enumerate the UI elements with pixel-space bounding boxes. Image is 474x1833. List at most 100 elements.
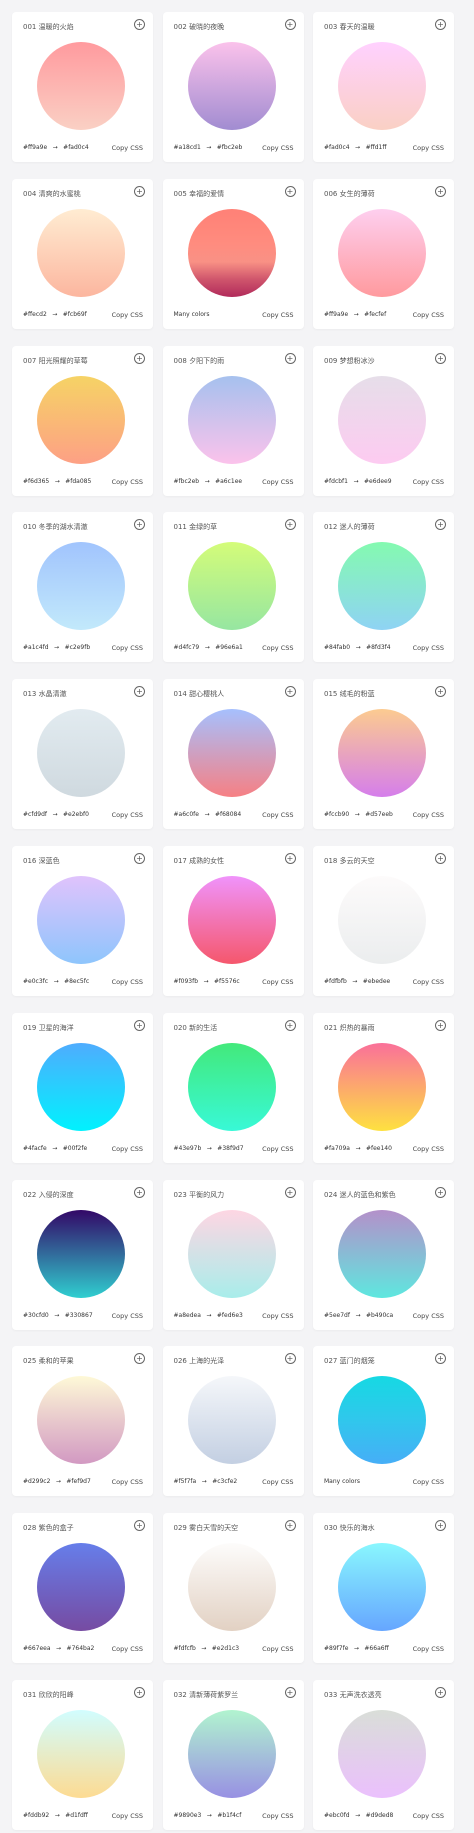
add-circle-icon[interactable]: + — [134, 352, 145, 364]
add-circle-icon[interactable]: + — [435, 519, 446, 531]
add-circle-icon[interactable]: + — [284, 185, 296, 197]
to-color-code: #fbc2eb — [216, 144, 243, 151]
copy-css-button[interactable]: Copy CSS — [112, 1478, 143, 1486]
copy-css-button[interactable]: Copy CSS — [413, 1645, 444, 1653]
from-color-code: #d4fc79 — [173, 644, 200, 652]
copy-css-button[interactable]: Copy CSS — [413, 144, 444, 152]
copy-css-button[interactable]: Copy CSS — [112, 1312, 143, 1320]
copy-css-button[interactable]: Copy CSS — [413, 1312, 444, 1320]
copy-css-button[interactable]: Copy CSS — [413, 1812, 444, 1820]
add-circle-icon[interactable]: + — [134, 1186, 145, 1198]
add-circle-icon[interactable]: + — [435, 352, 446, 364]
copy-css-button[interactable]: Copy CSS — [262, 1645, 293, 1653]
copy-css-button[interactable]: Copy CSS — [112, 311, 143, 319]
gradient-card: 021 炽热的暴雨 + #fa709a → #fee140 Copy CSS — [313, 1012, 454, 1163]
add-circle-icon[interactable]: + — [284, 19, 296, 30]
gradient-swatch — [187, 42, 276, 130]
add-circle-icon[interactable]: + — [435, 1186, 446, 1198]
copy-css-button[interactable]: Copy CSS — [112, 1812, 143, 1820]
add-circle-icon[interactable]: + — [435, 1019, 446, 1031]
add-circle-icon[interactable]: + — [435, 185, 446, 197]
copy-css-button[interactable]: Copy CSS — [413, 811, 444, 819]
to-color-code: #fcb69f — [62, 310, 87, 318]
add-circle-icon[interactable]: + — [134, 852, 145, 864]
color-codes: #a18cd1 → #fbc2eb — [174, 144, 243, 151]
copy-css-button[interactable]: Copy CSS — [112, 478, 143, 486]
copy-css-button[interactable]: Copy CSS — [413, 1145, 444, 1153]
copy-css-button[interactable]: Copy CSS — [262, 478, 293, 486]
arrow-right-icon: → — [53, 977, 59, 985]
add-circle-icon[interactable]: + — [435, 19, 446, 30]
gradient-title: 020 新的生活 — [173, 1023, 218, 1032]
color-codes: #a8edea → #fed6e3 — [174, 1312, 243, 1319]
copy-css-button[interactable]: Copy CSS — [413, 311, 444, 319]
gradient-card: 022 入侵的深度 + #30cfd0 → #330867 Copy CSS — [12, 1179, 153, 1330]
add-circle-icon[interactable]: + — [435, 852, 446, 864]
to-color-code: #f68084 — [214, 811, 242, 819]
color-codes: Many colors — [174, 311, 210, 318]
many-colors-label: Many colors — [324, 1478, 361, 1486]
add-circle-icon[interactable]: + — [134, 1019, 145, 1031]
copy-css-button[interactable]: Copy CSS — [413, 478, 444, 486]
gradient-swatch — [338, 42, 426, 130]
gradient-card: 005 幸福的爱情 + Many colors Copy CSS — [162, 178, 304, 329]
copy-css-button[interactable]: Copy CSS — [262, 1478, 293, 1486]
add-circle-icon[interactable]: + — [134, 19, 145, 30]
gradient-card: 025 柔和的苹果 + #d299c2 → #fef9d7 Copy CSS — [12, 1346, 153, 1497]
add-circle-icon[interactable]: + — [134, 1520, 145, 1532]
to-color-code: #e2d1c3 — [211, 1645, 240, 1653]
copy-css-button[interactable]: Copy CSS — [112, 1645, 143, 1653]
arrow-right-icon: → — [204, 644, 210, 652]
add-circle-icon[interactable]: + — [284, 1019, 296, 1031]
arrow-right-icon: → — [206, 1311, 212, 1319]
copy-css-button[interactable]: Copy CSS — [112, 644, 143, 652]
copy-css-button[interactable]: Copy CSS — [413, 1478, 444, 1486]
add-circle-icon[interactable]: + — [134, 686, 145, 698]
gradient-title: 013 水晶清澈 — [23, 690, 67, 699]
arrow-right-icon: → — [56, 1645, 62, 1653]
add-circle-icon[interactable]: + — [435, 1520, 446, 1532]
copy-css-button[interactable]: Copy CSS — [112, 144, 143, 152]
gradient-swatch — [37, 709, 125, 798]
copy-css-button[interactable]: Copy CSS — [262, 978, 293, 986]
from-color-code: #fdfcfb — [173, 1645, 196, 1653]
arrow-right-icon: → — [355, 1811, 361, 1819]
color-codes: #fddb92 → #d1fdff — [23, 1812, 88, 1819]
add-circle-icon[interactable]: + — [284, 352, 296, 364]
gradient-title: 001 温暖的火焰 — [23, 23, 74, 31]
copy-css-button[interactable]: Copy CSS — [262, 1312, 293, 1320]
gradient-card: 023 平衡的风力 + #a8edea → #fed6e3 Copy CSS — [162, 1179, 304, 1330]
add-circle-icon[interactable]: + — [134, 1353, 145, 1365]
add-circle-icon[interactable]: + — [435, 686, 446, 698]
add-circle-icon[interactable]: + — [134, 185, 145, 197]
from-color-code: #30cfd0 — [23, 1311, 49, 1319]
copy-css-button[interactable]: Copy CSS — [262, 144, 293, 152]
copy-css-button[interactable]: Copy CSS — [112, 811, 143, 819]
gradient-title: 018 多云的天空 — [324, 856, 375, 865]
add-circle-icon[interactable]: + — [284, 1353, 296, 1365]
add-circle-icon[interactable]: + — [284, 1686, 296, 1698]
gradient-card: 008 夕阳下的雨 + #fbc2eb → #a6c1ee Copy CSS — [162, 345, 304, 496]
copy-css-button[interactable]: Copy CSS — [262, 1145, 293, 1153]
copy-css-button[interactable]: Copy CSS — [112, 1145, 143, 1153]
add-circle-icon[interactable]: + — [284, 686, 296, 698]
copy-css-button[interactable]: Copy CSS — [413, 978, 444, 986]
copy-css-button[interactable]: Copy CSS — [413, 644, 444, 652]
copy-css-button[interactable]: Copy CSS — [262, 1812, 293, 1820]
add-circle-icon[interactable]: + — [435, 1353, 446, 1365]
add-circle-icon[interactable]: + — [435, 1686, 446, 1698]
color-codes: #f093fb → #f5576c — [174, 978, 240, 985]
add-circle-icon[interactable]: + — [284, 1520, 296, 1532]
add-circle-icon[interactable]: + — [134, 519, 145, 531]
add-circle-icon[interactable]: + — [284, 519, 296, 531]
copy-css-button[interactable]: Copy CSS — [112, 978, 143, 986]
add-circle-icon[interactable]: + — [284, 1186, 296, 1198]
copy-css-button[interactable]: Copy CSS — [262, 644, 293, 652]
add-circle-icon[interactable]: + — [284, 852, 296, 864]
add-circle-icon[interactable]: + — [134, 1686, 145, 1698]
color-codes: #ebc0fd → #d9ded8 — [324, 1812, 393, 1819]
gradient-swatch — [338, 542, 426, 631]
copy-css-button[interactable]: Copy CSS — [262, 311, 293, 319]
gradient-swatch — [187, 542, 276, 631]
copy-css-button[interactable]: Copy CSS — [262, 811, 293, 819]
